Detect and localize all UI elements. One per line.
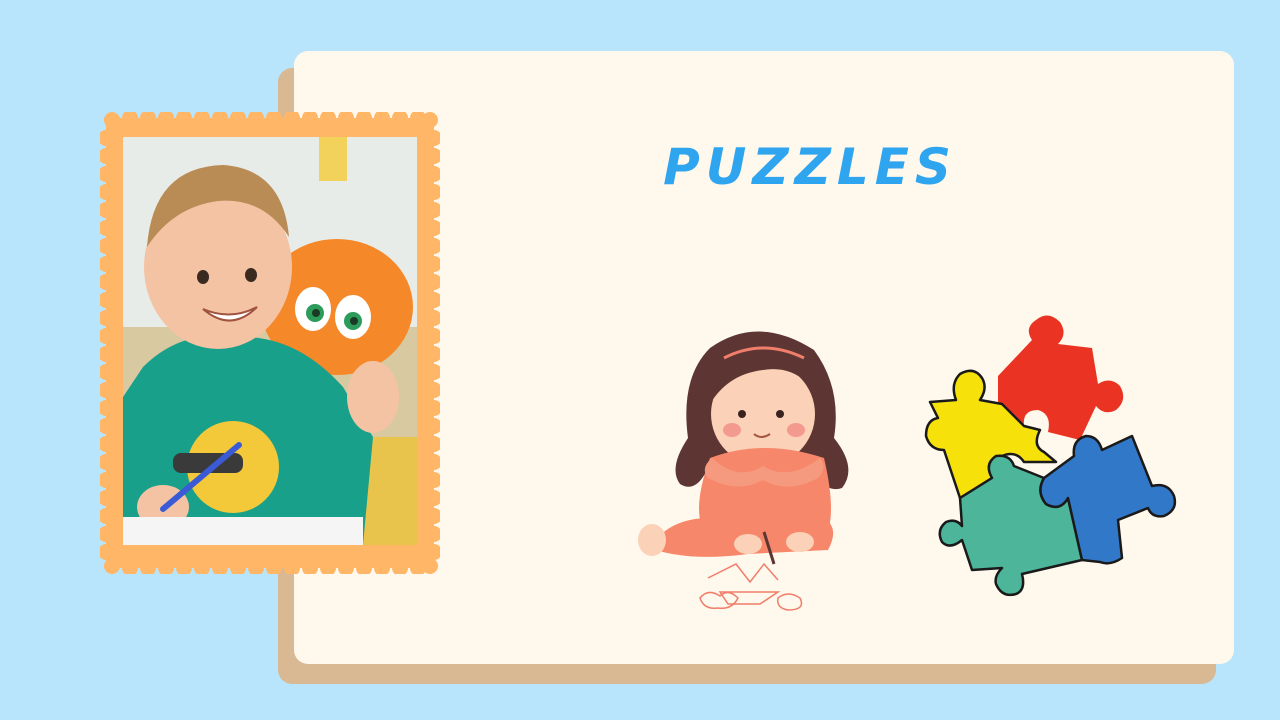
puzzle-pieces-illustration xyxy=(922,300,1190,600)
slide-title: PUZZLES xyxy=(663,138,957,196)
child-photo xyxy=(123,137,417,545)
girl-drawing-illustration xyxy=(628,318,878,618)
